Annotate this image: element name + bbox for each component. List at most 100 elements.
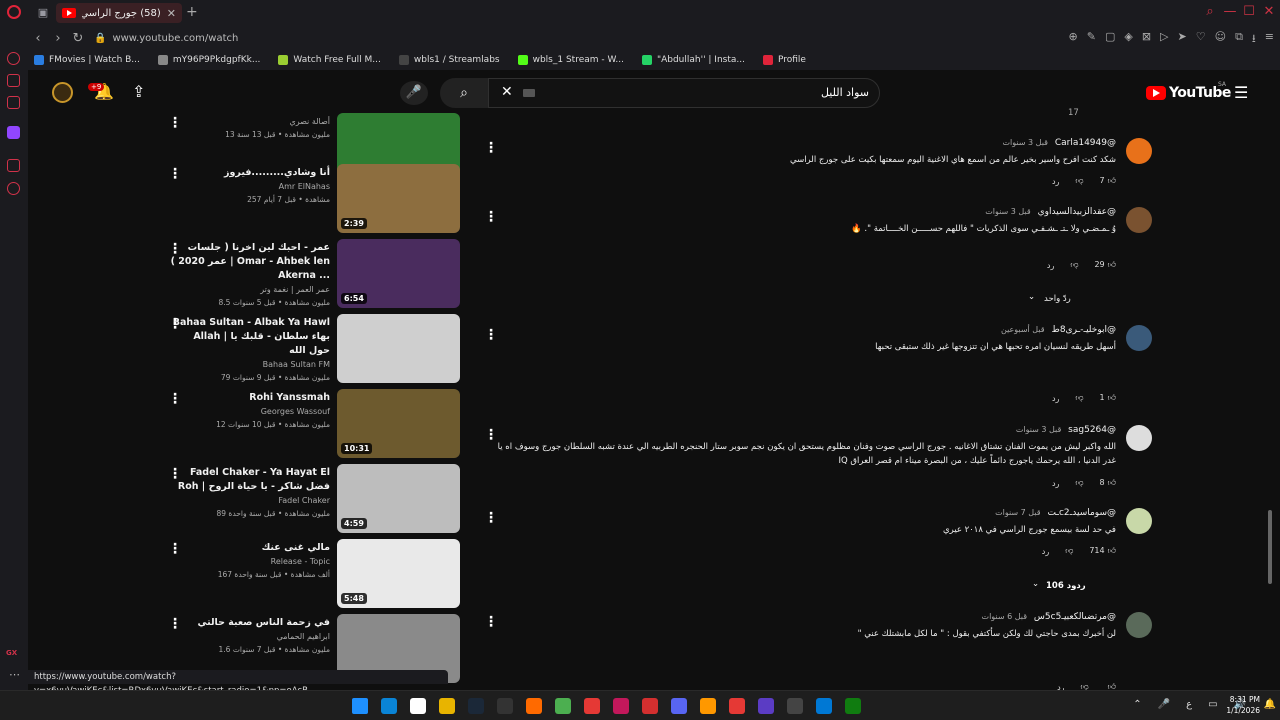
show-106-replies-button[interactable]: 106 ردود [1046, 581, 1086, 591]
related-video[interactable]: 10:31 Rohi Yanssmah Georges Wassouf 12 م… [158, 389, 460, 458]
chevron-down-icon[interactable]: ⌄ [1028, 292, 1035, 302]
video-thumbnail[interactable]: 5:48 [337, 539, 460, 608]
edge-icon[interactable] [381, 698, 397, 714]
dislike-icon[interactable]: 👎︎ [1081, 682, 1089, 690]
app-blue-icon[interactable] [816, 698, 832, 714]
messenger-icon[interactable] [7, 96, 20, 109]
video-channel[interactable]: Fadel Chaker [170, 494, 330, 508]
comment-time[interactable]: قبل 7 سنوات [995, 508, 1040, 517]
gx-control-icon[interactable] [7, 52, 20, 65]
account-icon[interactable]: ☺ [1215, 30, 1226, 49]
video-options-icon[interactable]: ⋮ [168, 616, 182, 632]
dislike-icon[interactable]: 👎︎ [1065, 546, 1073, 556]
comment-options-icon[interactable]: ⋮ [484, 327, 498, 343]
comment-author[interactable]: @sag5264 [1068, 425, 1116, 435]
like-icon[interactable]: 👍︎ [1108, 682, 1116, 690]
dislike-icon[interactable]: 👎︎ [1070, 260, 1078, 270]
video-thumbnail[interactable]: 2:39 [337, 164, 460, 233]
related-video[interactable]: 4:59 Fadel Chaker - Ya Hayat El Roh | فض… [158, 464, 460, 533]
upload-icon[interactable]: ⇪ [132, 82, 145, 101]
steam-icon[interactable] [468, 698, 484, 714]
related-video[interactable]: Bahaa Sultan - Albak Ya Hawl Allah | بها… [158, 314, 460, 383]
reload-icon[interactable]: ↻ [68, 31, 88, 46]
commenter-avatar[interactable] [1126, 207, 1152, 233]
xbox-icon[interactable] [845, 698, 861, 714]
search-input[interactable] [569, 86, 869, 99]
comment-options-icon[interactable]: ⋮ [484, 140, 498, 156]
bookmark-item[interactable]: mY96P9PkdgpfKk... [157, 55, 260, 65]
video-title[interactable]: Bahaa Sultan - Albak Ya Hawl Allah | بها… [170, 316, 330, 358]
comment-author[interactable]: @عقدالزبيدالسيداوي [1038, 207, 1116, 217]
settings-app-icon[interactable] [410, 698, 426, 714]
epic-games-icon[interactable] [497, 698, 513, 714]
video-title[interactable]: عمر - احبك لين اخرنا ( جلسات عمر 2020 ) … [170, 241, 330, 283]
video-options-icon[interactable]: ⋮ [168, 391, 182, 407]
menu-icon[interactable]: ☰ [1234, 83, 1248, 102]
bookmark-item[interactable]: wbls1 / Streamlabs [398, 55, 500, 65]
comment-author[interactable]: @مرتضىالكعبيـ5c5س [1034, 612, 1116, 622]
clock[interactable]: 8:31 PM 1/1/2026 [1226, 694, 1260, 716]
video-options-icon[interactable]: ⋮ [168, 316, 182, 332]
more-icon[interactable]: ⋯ [9, 668, 20, 681]
related-video[interactable]: 6:54 عمر - احبك لين اخرنا ( جلسات عمر 20… [158, 239, 460, 308]
gx-corner-icon[interactable] [7, 74, 20, 87]
chrome-alt-icon[interactable] [584, 698, 600, 714]
commenter-avatar[interactable] [1126, 508, 1152, 534]
video-channel[interactable]: Amr ElNahas [170, 180, 330, 194]
pinboard-icon[interactable] [7, 159, 20, 172]
discord-icon[interactable] [671, 698, 687, 714]
network-icon[interactable]: ▭ [1208, 699, 1217, 710]
workspaces-icon[interactable]: ▣ [36, 6, 50, 20]
adblock-icon[interactable]: ⊠ [1142, 30, 1151, 49]
clear-search-icon[interactable]: ✕ [501, 84, 513, 100]
reply-button[interactable]: رد [1052, 479, 1059, 488]
video-thumbnail[interactable] [337, 314, 460, 383]
video-channel[interactable]: Release - Topic [170, 555, 330, 569]
twitch-icon[interactable] [7, 126, 20, 139]
comment-options-icon[interactable]: ⋮ [484, 209, 498, 225]
zoom-icon[interactable]: ⊕ [1069, 30, 1078, 49]
video-thumbnail[interactable]: 6:54 [337, 239, 460, 308]
dislike-icon[interactable]: 👎︎ [1075, 393, 1083, 403]
snapshot-icon[interactable]: ▢ [1105, 30, 1115, 49]
page-scrollbar[interactable] [1268, 510, 1272, 584]
video-channel[interactable]: Georges Wassouf [170, 405, 330, 419]
language-indicator[interactable]: ع [1186, 699, 1192, 710]
comment-time[interactable]: قبل 3 سنوات [1016, 425, 1061, 434]
chevron-down-icon[interactable]: ⌄ [1032, 579, 1039, 589]
bookmark-item[interactable]: Watch Free Full M... [278, 55, 381, 65]
app-arabic-icon[interactable] [787, 698, 803, 714]
video-channel[interactable]: أصالة نصري [170, 115, 330, 129]
minimize-button[interactable]: — [1221, 4, 1239, 19]
comment-options-icon[interactable]: ⋮ [484, 510, 498, 526]
download-icon[interactable]: ⭳ [1252, 30, 1256, 49]
commenter-avatar[interactable] [1126, 138, 1152, 164]
keyboard-icon[interactable] [523, 89, 535, 97]
reply-button[interactable]: رد [1057, 683, 1064, 691]
comment-author[interactable]: @Carla14949 [1055, 138, 1116, 148]
new-tab-button[interactable]: + [186, 4, 198, 20]
video-channel[interactable]: عمر العمر | نغمة وتر [170, 283, 330, 297]
comment-time[interactable]: قبل 3 سنوات [1002, 138, 1047, 147]
bookmark-item[interactable]: "Abdullah'' | Insta... [641, 55, 745, 65]
video-channel[interactable]: Bahaa Sultan FM [170, 358, 330, 372]
blender-icon[interactable] [526, 698, 542, 714]
notification-icon[interactable]: 🔔 [1264, 699, 1276, 710]
forward-icon[interactable]: › [48, 31, 68, 46]
video-title[interactable]: Rohi Yanssmah [170, 391, 330, 405]
video-thumbnail[interactable]: 4:59 [337, 464, 460, 533]
comment-options-icon[interactable]: ⋮ [484, 614, 498, 630]
video-options-icon[interactable]: ⋮ [168, 241, 182, 257]
send-icon[interactable]: ➤ [1178, 30, 1187, 49]
search-button[interactable]: ⌕ [440, 78, 488, 108]
bookmark-item[interactable]: FMovies | Watch B... [34, 55, 140, 65]
app-arrow-icon[interactable] [758, 698, 774, 714]
comment-author[interactable]: @ابوخليـ-ـرى8ط [1051, 325, 1116, 335]
opera-logo-icon[interactable] [7, 5, 21, 19]
close-window-button[interactable]: ✕ [1260, 4, 1278, 19]
video-options-icon[interactable]: ⋮ [168, 115, 182, 131]
commenter-avatar[interactable] [1126, 425, 1152, 451]
comment-time[interactable]: قبل أسبوعين [1001, 325, 1045, 334]
tab-close-icon[interactable]: ✕ [167, 7, 176, 20]
reply-button[interactable]: رد [1042, 547, 1049, 556]
